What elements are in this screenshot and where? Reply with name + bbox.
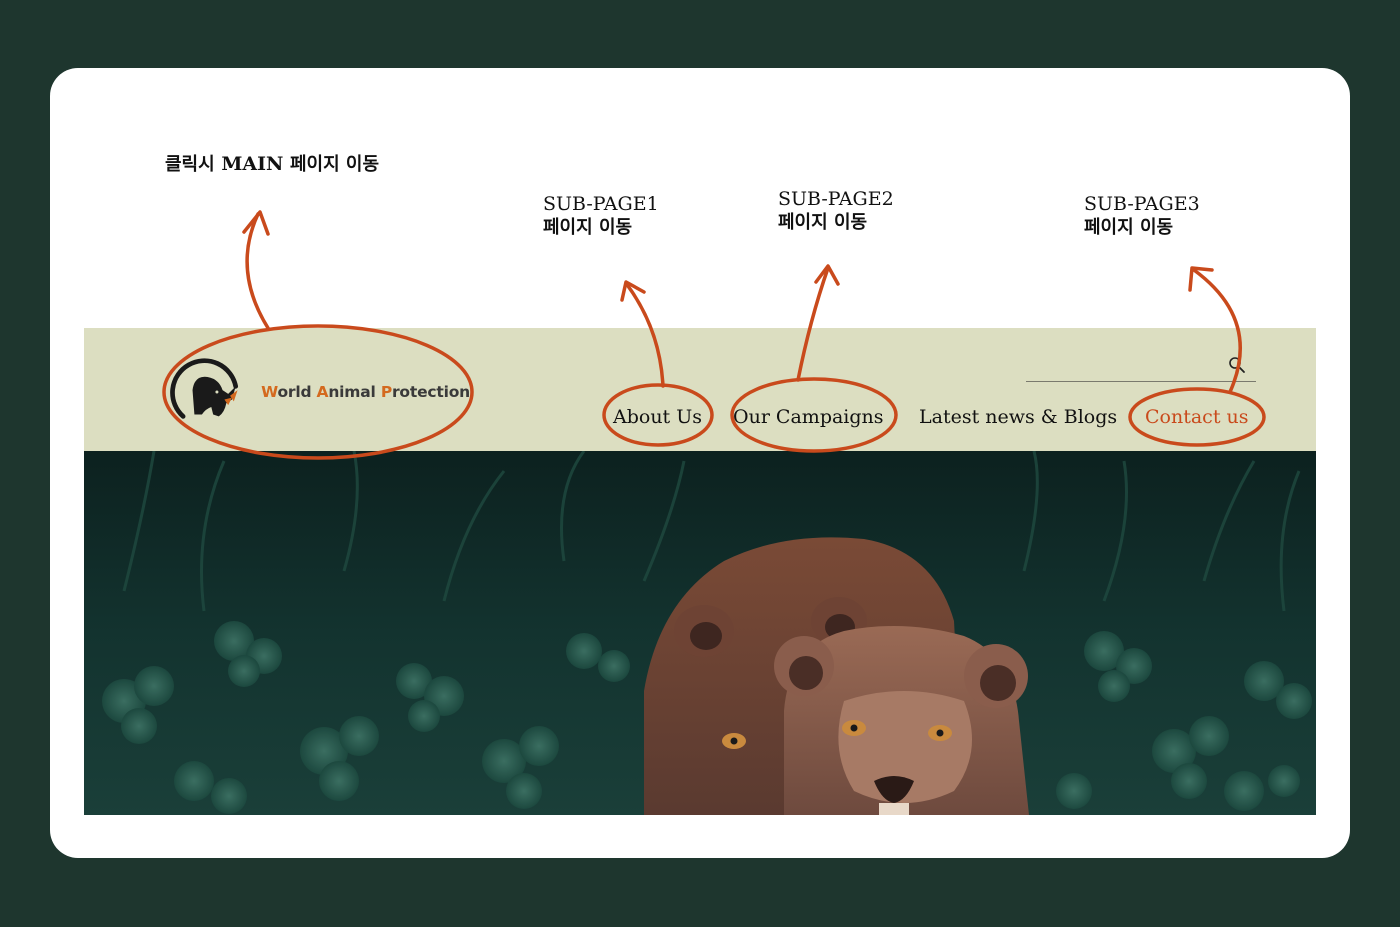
search-input[interactable] [1026, 352, 1226, 380]
nav-about-us[interactable]: About Us [613, 403, 702, 431]
lioness-photo [84, 451, 1316, 815]
hero-image [84, 451, 1316, 815]
annotation-sub3-desc: 페이지 이동 [1084, 217, 1174, 238]
annotation-main: 클릭시 MAIN 페이지 이동 [165, 152, 379, 177]
annotation-sub1-title: SUB-PAGE1 [543, 193, 659, 215]
nav-our-campaigns[interactable]: Our Campaigns [733, 403, 884, 431]
annotation-sub2: SUB-PAGE2 페이지 이동 [778, 187, 894, 235]
rhino-logo-icon [170, 358, 239, 419]
logo-link[interactable]: World Animal Protection [170, 355, 470, 429]
annotation-sub3-title: SUB-PAGE3 [1084, 193, 1200, 215]
annotation-main-suffix: 페이지 이동 [289, 154, 380, 175]
annotation-sub2-title: SUB-PAGE2 [778, 188, 894, 210]
nav-latest-news-blogs[interactable]: Latest news & Blogs [919, 403, 1117, 431]
nav-contact-us[interactable]: Contact us [1145, 403, 1248, 431]
annotation-sub2-desc: 페이지 이동 [778, 212, 868, 233]
search-bar [1026, 352, 1256, 382]
annotation-main-target: MAIN [221, 153, 284, 175]
search-icon[interactable] [1228, 356, 1246, 374]
annotation-main-prefix: 클릭시 [165, 154, 215, 175]
annotation-sub3: SUB-PAGE3 페이지 이동 [1084, 192, 1200, 240]
annotation-sub1-desc: 페이지 이동 [543, 217, 633, 238]
logo-wordmark: World Animal Protection [261, 383, 470, 401]
annotation-sub1: SUB-PAGE1 페이지 이동 [543, 192, 659, 240]
